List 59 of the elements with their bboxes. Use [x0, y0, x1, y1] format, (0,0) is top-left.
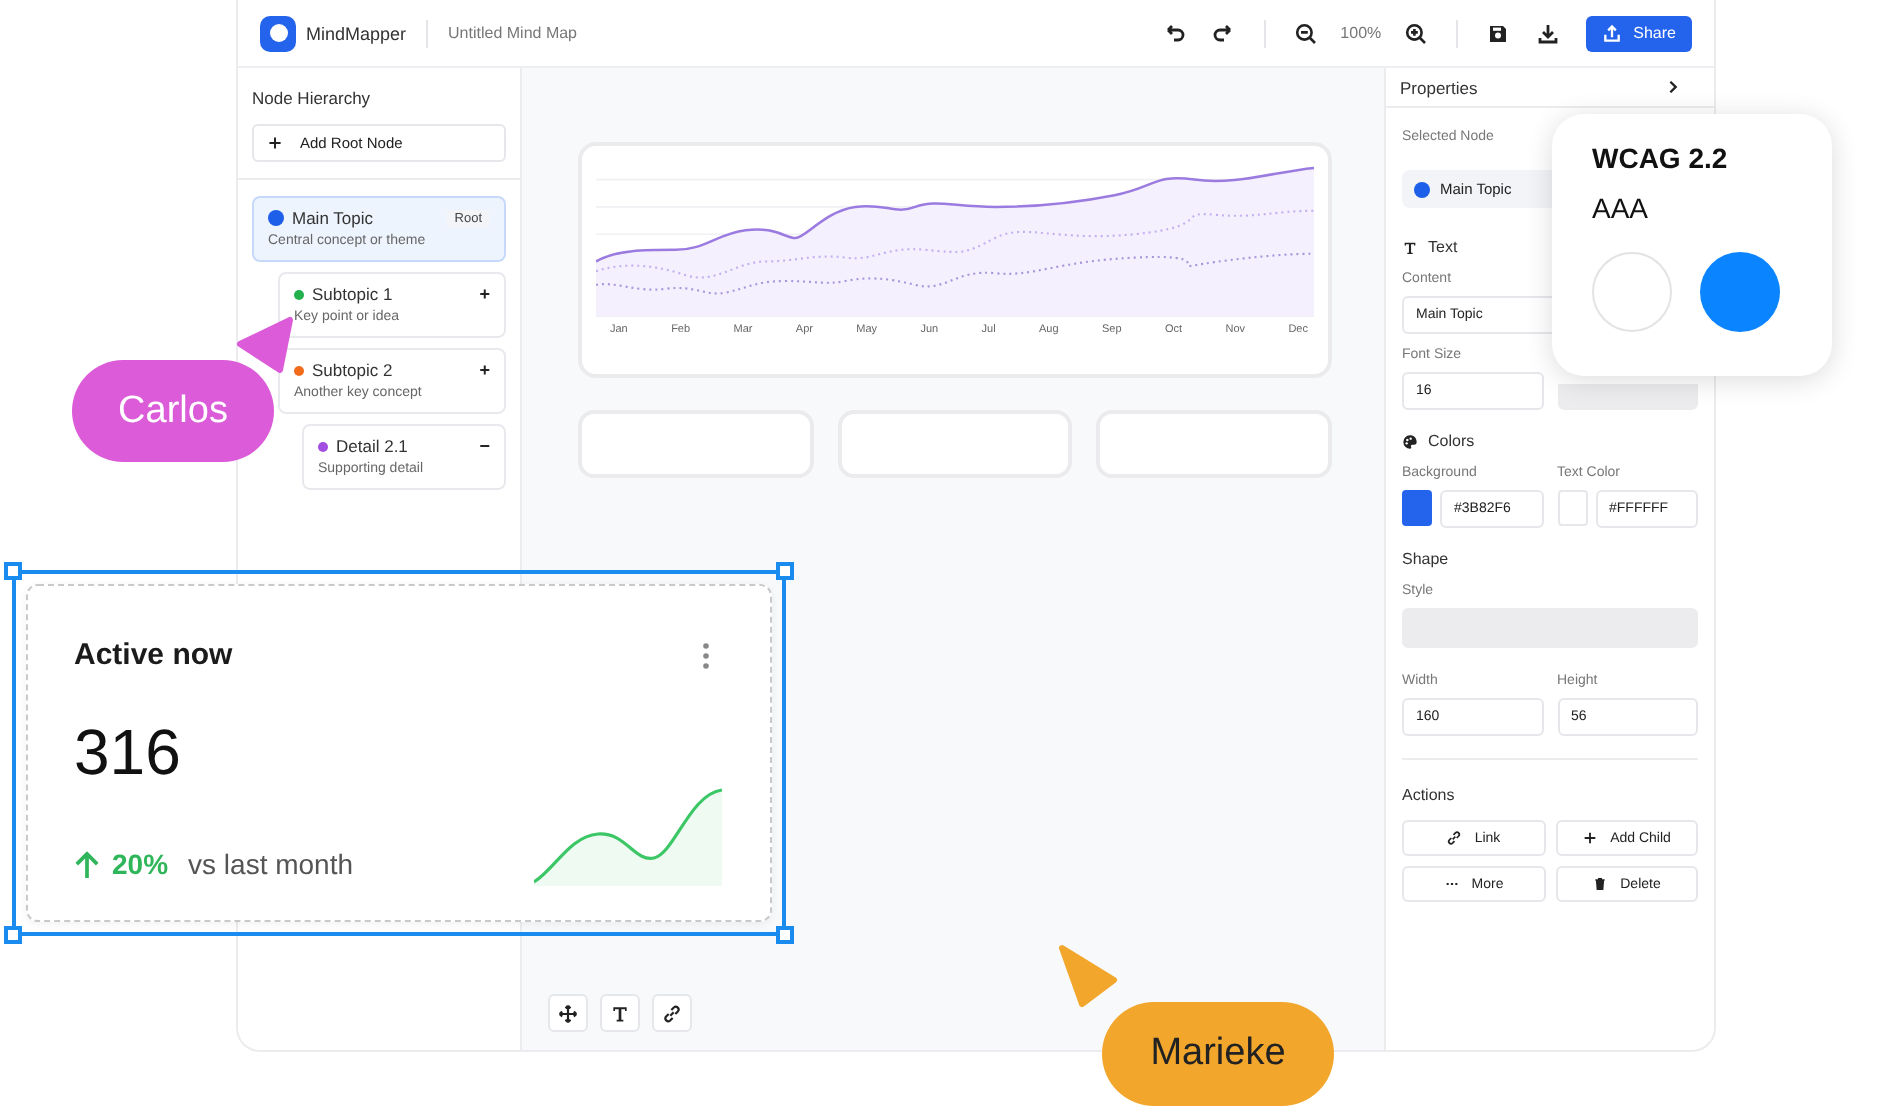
- toggle-button[interactable]: −: [479, 436, 490, 456]
- change-label: vs last month: [188, 848, 354, 880]
- section-title: Shape: [1402, 550, 1449, 568]
- toggle-button[interactable]: +: [479, 284, 490, 304]
- text-icon: [1402, 239, 1418, 255]
- stat-value: 316: [74, 716, 183, 790]
- conformance-level: AAA: [1592, 192, 1651, 224]
- move-tool-button[interactable]: [548, 994, 588, 1032]
- node-title: Detail 2.1: [336, 436, 410, 456]
- link-icon: [1446, 830, 1463, 846]
- card-title: Active now: [74, 638, 233, 672]
- arrow-up-icon: [74, 850, 100, 880]
- document-title[interactable]: Untitled Mind Map: [448, 24, 578, 42]
- text-tool-button[interactable]: [600, 994, 640, 1032]
- section-title: Text: [1428, 238, 1458, 256]
- chevron-right-icon[interactable]: [1666, 80, 1680, 94]
- color-swatch[interactable]: [1402, 490, 1432, 526]
- change-percent: 20%: [112, 848, 169, 880]
- zoom-out-icon: [1294, 21, 1319, 45]
- node-title: Subtopic 1: [312, 284, 395, 304]
- node-title: Subtopic 2: [312, 360, 395, 380]
- cursor-icon: [1058, 944, 1118, 1008]
- contrast-swatch: [1700, 252, 1780, 332]
- share-button[interactable]: Share: [1585, 15, 1692, 51]
- upload-icon: [1601, 23, 1622, 43]
- palette-icon: [1402, 433, 1418, 449]
- app-logo-icon: [260, 15, 296, 51]
- node-color-dot: [1414, 181, 1430, 197]
- save-icon: [1485, 21, 1510, 45]
- text-icon: [610, 1003, 630, 1023]
- toggle-button[interactable]: +: [479, 360, 490, 380]
- zoom-level: 100%: [1340, 24, 1382, 42]
- collaborator-name-tag: Marieke: [1102, 1002, 1334, 1106]
- move-icon: [558, 1003, 578, 1023]
- section-title: Colors: [1428, 432, 1475, 450]
- collaborator-name-tag: Carlos: [72, 360, 274, 462]
- add-icon: [1582, 830, 1599, 846]
- download-icon: [1535, 21, 1560, 45]
- zoom-in-icon: [1403, 21, 1428, 45]
- plus-icon: [268, 136, 282, 150]
- resize-handle[interactable]: [4, 562, 22, 580]
- color-swatch[interactable]: [1557, 490, 1587, 526]
- link-tool-button[interactable]: [652, 994, 692, 1032]
- contrast-swatch: [1592, 252, 1672, 332]
- card-title: WCAG 2.2: [1592, 142, 1730, 174]
- app-name: MindMapper: [306, 23, 407, 43]
- resize-handle[interactable]: [776, 562, 794, 580]
- undo-icon: [1162, 21, 1187, 45]
- section-title: Actions: [1402, 786, 1455, 804]
- resize-handle[interactable]: [4, 926, 22, 944]
- redo-icon: [1212, 21, 1237, 45]
- resize-handle[interactable]: [776, 926, 794, 944]
- link-icon: [662, 1003, 682, 1023]
- input-field[interactable]: [1557, 384, 1698, 410]
- node-title: Main Topic: [292, 208, 375, 228]
- delete-icon: [1592, 876, 1609, 892]
- panel-title: Properties: [1400, 77, 1478, 97]
- panel-title: Node Hierarchy: [252, 88, 373, 108]
- more-options-icon[interactable]: [702, 641, 710, 669]
